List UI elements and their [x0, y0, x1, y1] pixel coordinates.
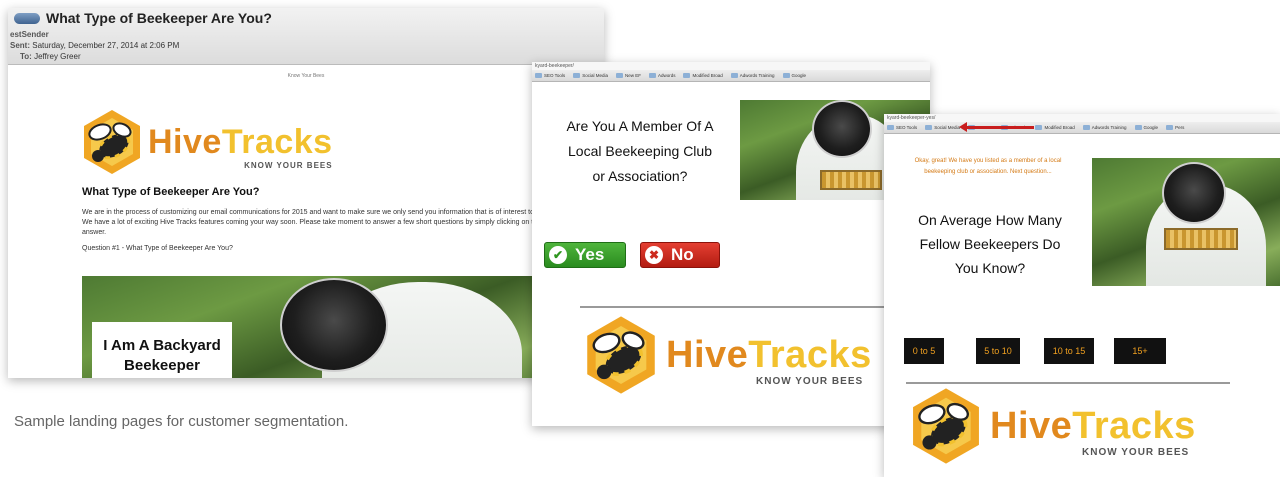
bookmark-item[interactable]: Adwords Training — [731, 73, 775, 78]
email-subject-line: What Type of Beekeeper Are You? — [14, 10, 272, 26]
beekeeper-veil — [280, 278, 388, 372]
option-button-5-to-10[interactable]: 5 to 10 — [976, 338, 1020, 364]
bee-hexagon-icon — [587, 316, 655, 394]
email-screenshot: What Type of Beekeeper Are You? estSende… — [8, 8, 604, 378]
email-body: We are in the process of customizing our… — [82, 209, 550, 236]
landing-page-club: kyard-beekeeper/ SEO Tools Social Media … — [532, 62, 930, 426]
bookmark-item[interactable]: Adwords Training — [1083, 125, 1127, 130]
bookmark-item[interactable]: SEO Tools — [887, 125, 917, 130]
email-header: What Type of Beekeeper Are You? estSende… — [8, 8, 604, 65]
hivetracks-logo[interactable]: HiveTracks KNOW YOUR BEES — [906, 386, 1196, 466]
logo-tagline: KNOW YOUR BEES — [756, 376, 864, 387]
logo-wordmark: HiveTracks — [990, 405, 1196, 447]
logo-wordmark: HiveTracks — [666, 334, 872, 376]
confirmation-message: Okay, great! We have you listed as a mem… — [914, 158, 1062, 175]
honey-frame — [820, 170, 882, 190]
bookmark-item[interactable]: Adwords — [649, 73, 676, 78]
email-sent: Sent: Saturday, December 27, 2014 at 2:0… — [10, 41, 180, 50]
email-heading: What Type of Beekeeper Are You? — [82, 186, 260, 198]
bookmark-item[interactable]: Social Media — [573, 73, 608, 78]
bookmark-item[interactable]: Social Media — [925, 125, 960, 130]
bookmark-item[interactable]: Modified Broad — [1035, 125, 1074, 130]
backyard-beekeeper-button[interactable]: I Am A Backyard Beekeeper — [92, 322, 232, 378]
bookmark-item[interactable]: Google — [1135, 125, 1159, 130]
logo-wordmark: HiveTracks — [148, 123, 333, 161]
url-bar[interactable]: kyard-beekeeper-yes/ — [884, 114, 1280, 122]
divider — [580, 306, 930, 308]
bookmarks-bar: SEO Tools Social Media New EF Adwords Mo… — [532, 70, 930, 82]
email-question: Question #1 - What Type of Beekeeper Are… — [82, 245, 233, 252]
bookmarks-bar: SEO Tools Social Media New EF Adwords Mo… — [884, 122, 1280, 134]
email-subject: What Type of Beekeeper Are You? — [46, 10, 272, 26]
yes-button[interactable]: ✔ Yes — [544, 242, 626, 268]
bookmark-item[interactable]: Google — [783, 73, 807, 78]
mail-toggle-icon[interactable] — [14, 12, 40, 24]
url-bar[interactable]: kyard-beekeeper/ — [532, 62, 930, 70]
email-to: To: Jeffrey Greer — [20, 52, 81, 61]
honey-frame — [1164, 228, 1238, 250]
bookmark-item[interactable]: Modified Broad — [683, 73, 722, 78]
no-button[interactable]: ✖ No — [640, 242, 720, 268]
club-question: Are You A Member Of A Local Beekeeping C… — [566, 118, 714, 184]
bookmark-item[interactable]: New EF — [616, 73, 641, 78]
option-button-15-plus[interactable]: 15+ — [1114, 338, 1166, 364]
network-question: On Average How Many Fellow Beekeepers Do… — [918, 212, 1062, 276]
beekeeper-veil — [1162, 162, 1226, 224]
beekeeper-veil — [812, 100, 872, 158]
logo-tagline: KNOW YOUR BEES — [1082, 447, 1190, 458]
email-from: estSender — [10, 30, 49, 39]
bee-hexagon-icon — [913, 388, 979, 464]
email-top-note: Know Your Bees — [287, 73, 325, 79]
option-button-0-to-5[interactable]: 0 to 5 — [904, 338, 944, 364]
bookmark-item[interactable]: SEO Tools — [535, 73, 565, 78]
option-button-10-to-15[interactable]: 10 to 15 — [1044, 338, 1094, 364]
check-icon: ✔ — [549, 246, 567, 264]
logo-tagline: KNOW YOUR BEES — [244, 161, 333, 170]
beekeeper-photo — [1092, 158, 1280, 286]
hivetracks-logo[interactable]: HiveTracks KNOW YOUR BEES — [580, 314, 872, 396]
divider — [906, 382, 1230, 384]
bookmark-item[interactable]: Pers — [1166, 125, 1184, 130]
landing-page-network: kyard-beekeeper-yes/ SEO Tools Social Me… — [884, 114, 1280, 477]
url-highlight-arrow-icon — [959, 122, 1034, 132]
close-icon: ✖ — [645, 246, 663, 264]
figure-caption: Sample landing pages for customer segmen… — [14, 413, 349, 430]
hivetracks-logo[interactable]: HiveTracks KNOW YOUR BEES — [78, 108, 333, 176]
bee-hexagon-icon — [84, 110, 140, 174]
